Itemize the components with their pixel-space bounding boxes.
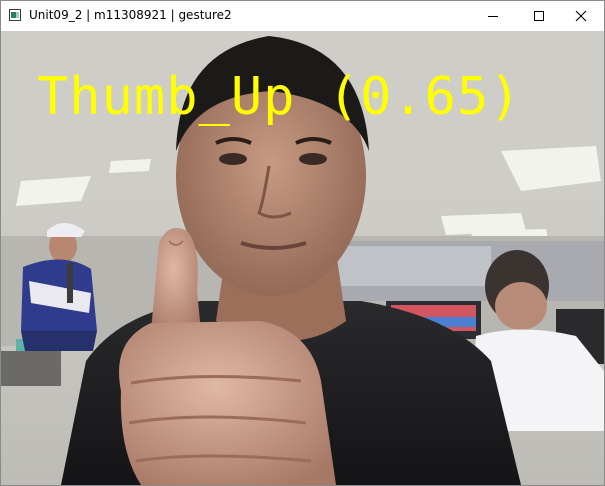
maximize-icon	[534, 11, 544, 21]
minimize-icon	[488, 16, 498, 17]
window-title: Unit09_2 | m11308921 | gesture2	[29, 8, 232, 22]
close-button[interactable]	[558, 1, 604, 31]
app-icon	[9, 9, 21, 21]
camera-feed: Thumb_Up (0.65)	[1, 31, 604, 485]
maximize-button[interactable]	[516, 1, 562, 31]
gesture-prediction-label: Thumb_Up (0.65)	[37, 67, 522, 127]
app-window: Unit09_2 | m11308921 | gesture2 Thumb_Up…	[0, 0, 605, 486]
close-icon	[575, 10, 587, 22]
title-bar[interactable]: Unit09_2 | m11308921 | gesture2	[1, 1, 604, 31]
minimize-button[interactable]	[470, 1, 516, 31]
